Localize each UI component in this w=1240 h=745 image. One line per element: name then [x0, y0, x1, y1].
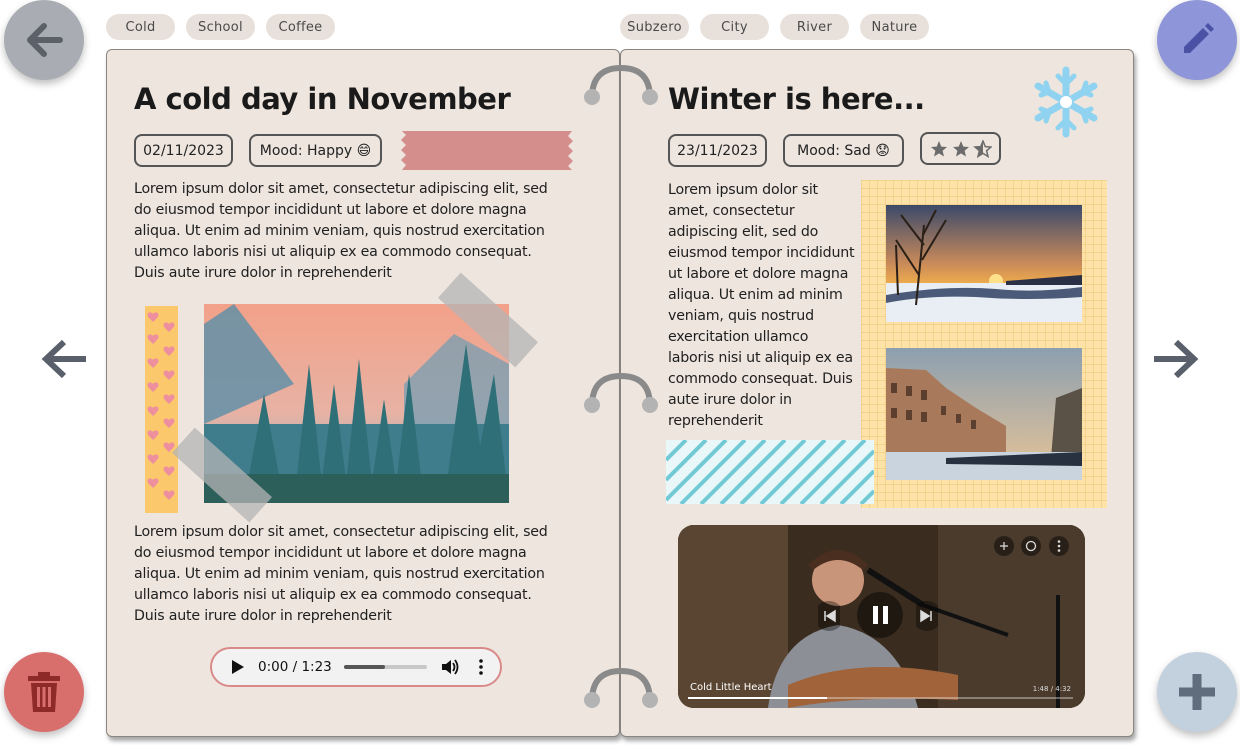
tag-coffee[interactable]: Coffee [266, 14, 335, 40]
pink-washi-tape [401, 131, 573, 170]
pencil-icon [1184, 23, 1214, 53]
right-entry-title: Winter is here... [668, 82, 925, 116]
next-page-arrow-icon[interactable] [1150, 336, 1200, 382]
binder-ring-top [584, 64, 658, 105]
back-button[interactable] [4, 0, 84, 80]
trash-icon [28, 672, 60, 712]
tag-school[interactable]: School [186, 14, 255, 40]
left-entry-date: 02/11/2023 [134, 134, 233, 167]
previous-track-icon[interactable] [818, 598, 840, 634]
edit-button[interactable] [1157, 0, 1237, 80]
tag-nature[interactable]: Nature [860, 14, 929, 40]
video-title: Cold Little Heart [690, 682, 772, 693]
pause-icon[interactable] [856, 591, 904, 639]
binder-ring-bottom [584, 667, 658, 708]
previous-page-arrow-icon[interactable] [40, 336, 90, 382]
hearts-washi-tape [145, 306, 178, 513]
audio-progress-fill [343, 665, 386, 669]
video-progress-bar[interactable] [688, 697, 1073, 699]
tag-cold[interactable]: Cold [106, 14, 175, 40]
winter-sunset-photo [886, 205, 1082, 322]
binder-ring-middle [584, 372, 658, 413]
comment-icon[interactable] [1020, 535, 1042, 557]
right-entry-date: 23/11/2023 [668, 134, 767, 167]
left-entry-paragraph-2: Lorem ipsum dolor sit amet, consectetur … [134, 524, 548, 624]
audio-more-options-icon[interactable] [478, 659, 483, 675]
right-entry-mood: Mood: Sad 😟 [783, 134, 904, 167]
star-rating[interactable] [920, 132, 1001, 165]
city-canal-photo [886, 348, 1082, 480]
tag-city[interactable]: City [700, 14, 769, 40]
snowflake-icon [1034, 66, 1098, 138]
left-entry-title: A cold day in November [134, 82, 511, 116]
tag-river[interactable]: River [780, 14, 849, 40]
plus-icon [1179, 674, 1215, 710]
right-entry-paragraph: Lorem ipsum dolor sit amet, consectetur … [668, 182, 855, 429]
delete-button[interactable] [4, 652, 84, 732]
volume-icon[interactable] [441, 658, 459, 676]
play-icon[interactable] [232, 660, 244, 674]
video-time: 1:48 / 4:32 [1032, 685, 1071, 693]
minimize-icon[interactable] [993, 535, 1015, 557]
blue-washi-tape [666, 440, 874, 504]
tag-subzero[interactable]: Subzero [620, 14, 689, 40]
video-progress-fill [688, 697, 827, 699]
audio-time: 0:00 / 1:23 [258, 659, 332, 675]
journal-screen: Cold School Coffee Subzero City River Na… [0, 0, 1240, 745]
forest-photo [204, 304, 509, 503]
arrow-left-icon [27, 23, 63, 57]
next-track-icon[interactable] [916, 598, 938, 634]
video-player[interactable]: Cold Little Heart 1:48 / 4:32 [678, 525, 1085, 708]
left-entry-paragraph-1: Lorem ipsum dolor sit amet, consectetur … [134, 181, 548, 281]
left-entry-mood: Mood: Happy 😄 [249, 134, 382, 167]
add-button[interactable] [1157, 652, 1237, 732]
audio-progress-bar[interactable] [343, 665, 427, 669]
video-more-options-icon[interactable] [1048, 535, 1070, 557]
audio-player: 0:00 / 1:23 [210, 647, 502, 687]
star-rating-icons [930, 139, 992, 158]
